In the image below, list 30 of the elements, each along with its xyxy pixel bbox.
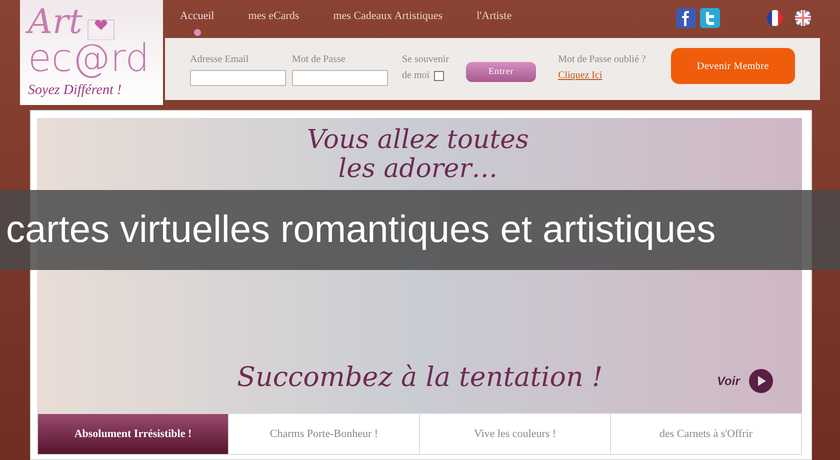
remember-label: de moi — [402, 69, 430, 83]
click-here-link[interactable]: Cliquez Ici — [558, 68, 602, 84]
slide-headline: les adorer… — [338, 155, 498, 184]
caption-text: cartes virtuelles romantiques et artistiques — [6, 208, 716, 252]
password-input[interactable] — [292, 70, 388, 86]
become-member-button[interactable]: Devenir Membre — [670, 48, 795, 84]
nav-link[interactable]: mes Cadeaux Artistiques — [333, 8, 443, 36]
logo-script: Art — [28, 4, 82, 40]
british-flag-icon[interactable] — [794, 9, 812, 27]
nav-link[interactable]: l'Artiste — [476, 8, 512, 36]
play-icon — [748, 368, 774, 394]
logo-wordmark: ec@rd — [28, 40, 150, 76]
logo-slogan: Soyez Différent ! — [28, 82, 122, 100]
enter-button[interactable]: Entrer — [466, 62, 536, 82]
logo-card[interactable]: Art ec@rd Soyez Différent ! — [20, 0, 163, 105]
slide-tagline: Succombez à la tentation ! — [237, 361, 603, 395]
remember-checkbox[interactable] — [434, 71, 444, 81]
french-flag-icon[interactable] — [766, 9, 784, 27]
nav-link[interactable]: Accueil — [180, 8, 214, 36]
forgot-password-text: Mot de Passe oublié ? — [558, 53, 647, 67]
remember-label: Se souvenir — [402, 53, 450, 67]
email-label: Adresse Email — [190, 53, 250, 67]
password-label: Mot de Passe — [292, 53, 346, 67]
twitter-icon[interactable] — [700, 8, 720, 28]
email-input[interactable] — [190, 70, 286, 86]
slide-headline: Vous allez toutes — [307, 126, 529, 155]
nav-link[interactable]: mes eCards — [248, 8, 300, 36]
facebook-icon[interactable] — [676, 8, 696, 28]
view-button[interactable]: Voir — [717, 368, 774, 394]
category-tab[interactable]: Absolument Irrésistible ! — [38, 414, 228, 454]
